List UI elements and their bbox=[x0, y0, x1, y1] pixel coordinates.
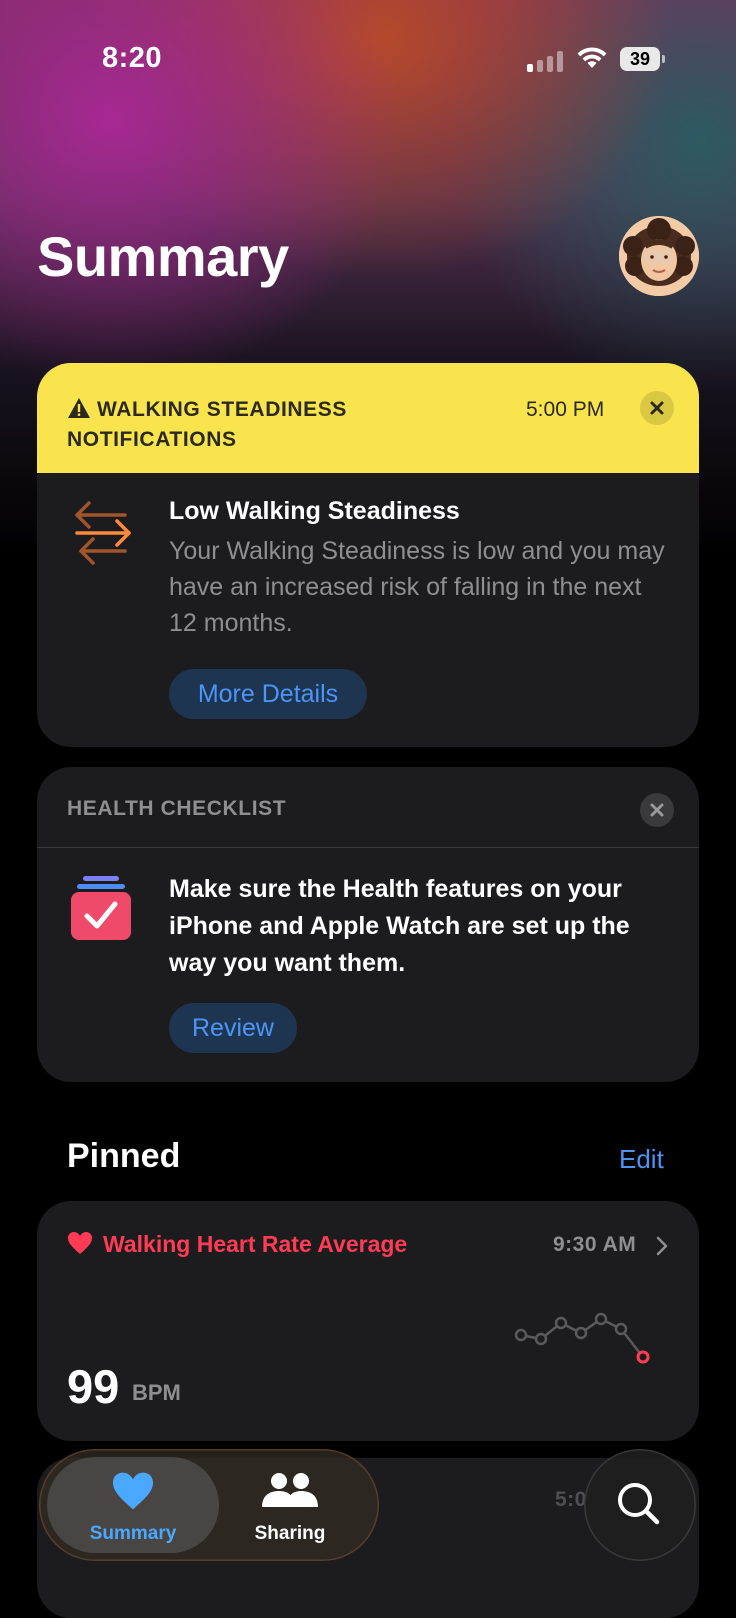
search-icon bbox=[618, 1483, 660, 1525]
dismiss-walking-notification-button[interactable] bbox=[640, 391, 674, 425]
next-card-time: 5:0 bbox=[555, 1488, 587, 1511]
tab-bar: Summary Sharing bbox=[39, 1449, 379, 1561]
walking-steadiness-card[interactable]: WALKING STEADINESS NOTIFICATIONS 5:00 PM… bbox=[37, 363, 699, 747]
checklist-icon bbox=[71, 876, 131, 940]
tab-label: Sharing bbox=[254, 1523, 326, 1544]
walking-heart-rate-card[interactable]: Walking Heart Rate Average 9:30 AM 99 BP… bbox=[37, 1201, 699, 1441]
walking-steadiness-title: Low Walking Steadiness bbox=[169, 497, 460, 525]
metric-value: 99 bbox=[67, 1360, 120, 1413]
battery-icon: 39 bbox=[620, 47, 665, 71]
dismiss-checklist-button[interactable] bbox=[640, 793, 674, 827]
health-checklist-card[interactable]: HEALTH CHECKLIST Make sure the Health fe… bbox=[37, 767, 699, 1082]
profile-avatar[interactable] bbox=[619, 216, 699, 296]
divider bbox=[37, 847, 699, 848]
close-icon bbox=[650, 803, 664, 817]
cellular-signal-icon bbox=[527, 50, 563, 72]
wifi-icon bbox=[577, 47, 607, 68]
heart-icon bbox=[68, 1232, 92, 1254]
tab-sharing[interactable]: Sharing bbox=[215, 1449, 365, 1561]
tab-label: Summary bbox=[89, 1523, 177, 1544]
metric-name: Walking Heart Rate Average bbox=[103, 1231, 408, 1257]
heart-rate-sparkline bbox=[514, 1312, 650, 1364]
walking-steadiness-arrows-icon bbox=[75, 501, 131, 565]
status-time: 8:20 bbox=[102, 42, 163, 74]
chevron-right-icon bbox=[656, 1236, 668, 1256]
health-checklist-label: HEALTH CHECKLIST bbox=[67, 797, 287, 820]
status-bar: 8:20 39 bbox=[0, 0, 736, 110]
tab-summary[interactable]: Summary bbox=[47, 1449, 219, 1561]
walking-steadiness-header-title: WALKING STEADINESS NOTIFICATIONS bbox=[67, 398, 347, 451]
search-button[interactable] bbox=[584, 1449, 696, 1561]
close-icon bbox=[650, 401, 664, 415]
warning-icon bbox=[68, 398, 90, 418]
metric-unit: BPM bbox=[132, 1380, 181, 1405]
notification-time: 5:00 PM bbox=[526, 398, 605, 421]
metric-time: 9:30 AM bbox=[553, 1233, 637, 1256]
walking-steadiness-body: Your Walking Steadiness is low and you m… bbox=[169, 537, 665, 637]
page-title: Summary bbox=[37, 225, 289, 288]
memoji-avatar-icon bbox=[619, 216, 699, 296]
heart-icon bbox=[113, 1472, 153, 1510]
pinned-section-title: Pinned bbox=[67, 1137, 181, 1175]
walking-steadiness-header: WALKING STEADINESS NOTIFICATIONS 5:00 PM bbox=[37, 363, 699, 473]
people-icon bbox=[262, 1473, 318, 1507]
health-checklist-body: Make sure the Health features on your iP… bbox=[169, 875, 630, 977]
review-button[interactable]: Review bbox=[169, 1003, 297, 1053]
edit-pinned-button[interactable]: Edit bbox=[619, 1144, 664, 1175]
more-details-button[interactable]: More Details bbox=[169, 669, 367, 719]
battery-level: 39 bbox=[620, 47, 660, 71]
